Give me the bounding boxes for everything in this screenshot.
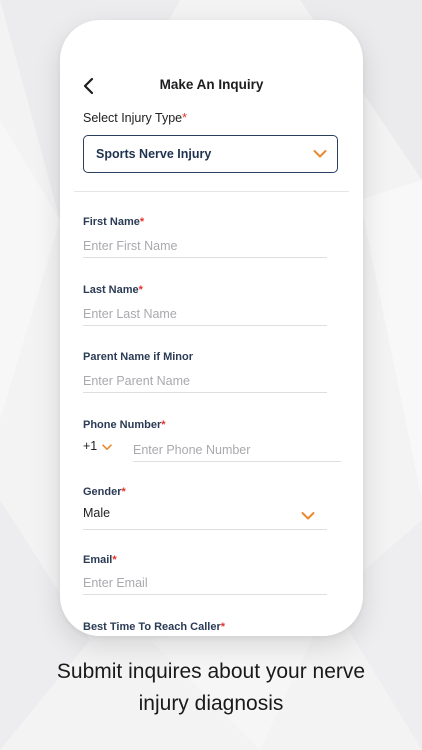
email-label: Email*: [83, 554, 117, 566]
caption: Submit inquires about your nerve injury …: [0, 656, 422, 720]
last-name-label-text: Last Name: [83, 284, 139, 296]
phone-number-label-text: Phone Number: [83, 419, 162, 431]
injury-type-label: Select Injury Type*: [83, 111, 187, 125]
chevron-down-icon: [102, 444, 112, 450]
gender-label-text: Gender: [83, 486, 122, 498]
best-time-label-text: Best Time To Reach Caller: [83, 621, 221, 633]
phone-number-input[interactable]: [133, 438, 341, 462]
email-input[interactable]: [83, 571, 327, 595]
required-marker: *: [220, 621, 226, 633]
required-marker: *: [121, 486, 126, 498]
first-name-label: First Name*: [83, 216, 144, 228]
country-code-select[interactable]: +1: [83, 439, 121, 459]
page-title: Make An Inquiry: [159, 77, 264, 92]
divider: [74, 191, 349, 192]
injury-type-value: Sports Nerve Injury: [96, 147, 212, 161]
parent-name-input[interactable]: [83, 369, 327, 393]
chevron-down-icon: [313, 150, 327, 158]
required-marker: *: [138, 284, 143, 296]
caption-line-1: Submit inquires about your nerve: [56, 660, 366, 683]
required-marker: *: [139, 216, 145, 228]
last-name-label: Last Name*: [83, 284, 143, 296]
required-marker: *: [161, 419, 166, 431]
first-name-label-text: First Name: [83, 216, 140, 228]
injury-type-select[interactable]: Sports Nerve Injury: [83, 135, 338, 173]
country-code-value: +1: [83, 439, 98, 453]
required-marker: *: [112, 554, 117, 566]
last-name-input[interactable]: [83, 302, 327, 326]
email-label-text: Email: [83, 554, 113, 566]
chevron-down-icon: [301, 512, 315, 520]
required-marker: *: [182, 111, 188, 125]
header: Make An Inquiry: [60, 72, 363, 100]
best-time-label: Best Time To Reach Caller*: [83, 621, 225, 633]
gender-select[interactable]: Male: [83, 506, 327, 530]
phone-frame: Make An Inquiry Select Injury Type* Spor…: [60, 20, 363, 636]
gender-value: Male: [83, 506, 111, 520]
injury-type-label-text: Select Injury Type: [83, 111, 183, 125]
parent-name-label: Parent Name if Minor: [83, 351, 194, 363]
caption-line-2: injury diagnosis: [138, 692, 284, 715]
first-name-input[interactable]: [83, 234, 327, 258]
phone-number-label: Phone Number*: [83, 419, 166, 431]
gender-label: Gender*: [83, 486, 126, 498]
